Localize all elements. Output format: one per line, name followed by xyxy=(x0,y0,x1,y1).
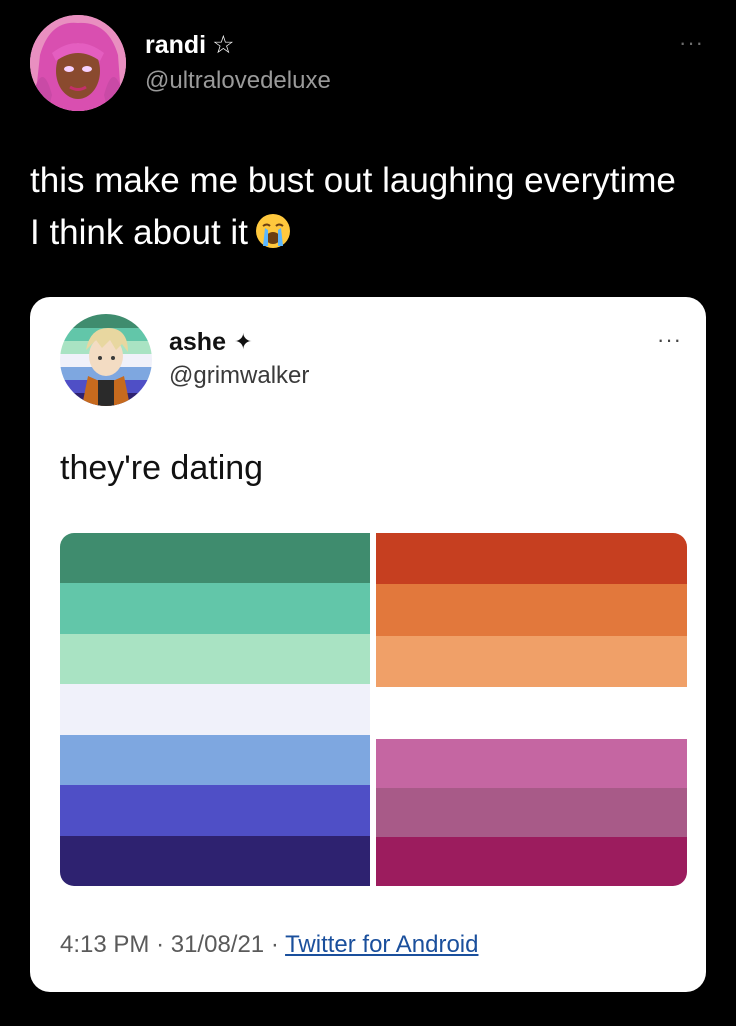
more-options-icon[interactable]: ··· xyxy=(679,30,704,56)
tweet-source-link[interactable]: Twitter for Android xyxy=(285,931,478,958)
flag-stripe xyxy=(376,533,687,585)
star-outline-icon: ☆ xyxy=(212,31,235,59)
flag-stripe xyxy=(60,533,370,584)
flag-stripe xyxy=(60,785,370,836)
flag-stripe xyxy=(60,734,370,786)
display-name[interactable]: ashe xyxy=(169,327,226,357)
tweet-body: this make me bust out laughing everytime… xyxy=(30,161,676,252)
flag-stripe xyxy=(376,635,687,687)
sparkle-icon: ✦ xyxy=(233,329,253,354)
outer-name-row[interactable]: randi ☆ xyxy=(145,30,235,60)
avatar-randi[interactable] xyxy=(30,15,126,111)
flag-stripe xyxy=(60,835,370,886)
avatar-ashe[interactable] xyxy=(60,314,152,406)
more-options-icon[interactable]: ··· xyxy=(657,327,682,353)
flag-stripe xyxy=(60,633,370,685)
tweet-time[interactable]: 4:13 PM xyxy=(60,931,149,958)
tweet-date[interactable]: 31/08/21 xyxy=(171,931,264,958)
tweet-text: this make me bust out laughing everytime… xyxy=(30,155,690,259)
flag-stripe xyxy=(376,788,687,837)
quoted-tweet-card[interactable]: ashe ✦ @grimwalker ··· they're dating 4:… xyxy=(30,297,706,992)
flag-image-right-top[interactable] xyxy=(376,533,687,687)
inner-name-row[interactable]: ashe ✦ xyxy=(169,327,252,357)
loudly-crying-face-icon xyxy=(254,212,292,250)
user-handle[interactable]: @ultralovedeluxe xyxy=(145,66,331,96)
flag-image-right-bottom[interactable] xyxy=(376,739,687,886)
tweet-meta: 4:13 PM · 31/08/21 · Twitter for Android xyxy=(60,929,478,961)
meta-separator: · xyxy=(270,931,279,958)
flag-stripe xyxy=(376,739,687,788)
flag-stripe xyxy=(60,583,370,634)
meta-separator: · xyxy=(156,931,165,958)
flag-image-left[interactable] xyxy=(60,533,370,886)
user-handle[interactable]: @grimwalker xyxy=(169,361,309,391)
quoted-tweet-text: they're dating xyxy=(60,449,264,487)
flag-stripe xyxy=(376,837,687,886)
flag-stripe xyxy=(60,684,370,735)
display-name[interactable]: randi xyxy=(145,30,206,60)
flag-stripe xyxy=(376,584,687,636)
